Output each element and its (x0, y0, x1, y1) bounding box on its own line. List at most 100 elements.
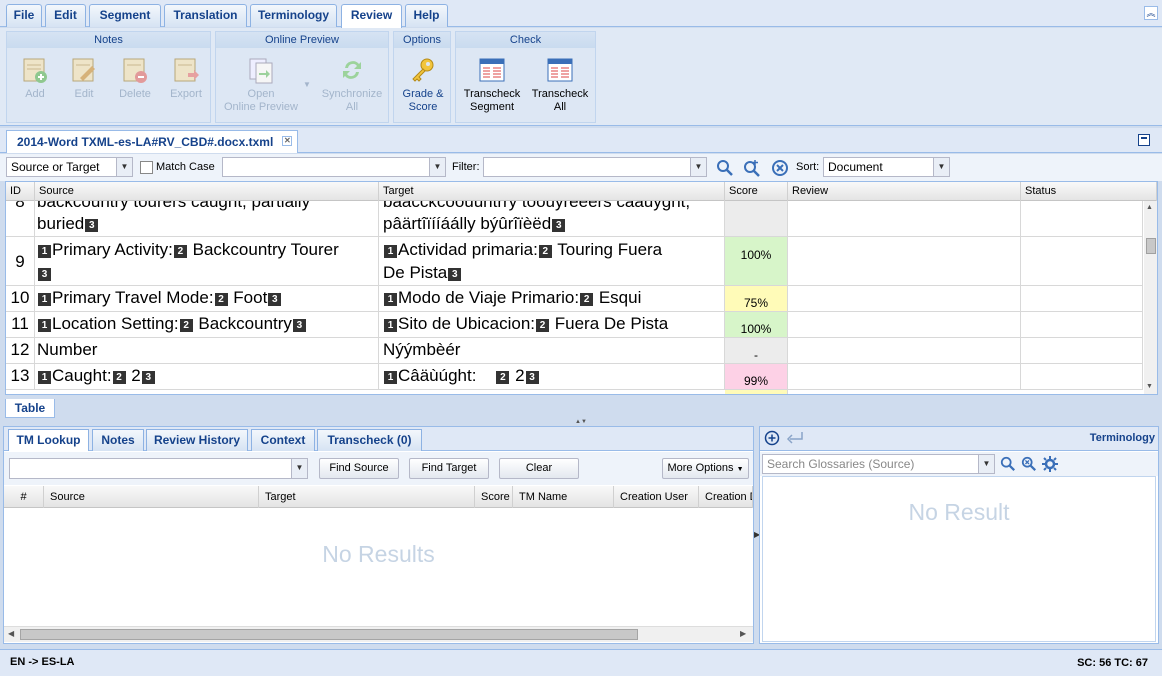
segment-id: 12 (6, 338, 35, 363)
menu-segment[interactable]: Segment (89, 4, 161, 27)
menu-file[interactable]: File (6, 4, 42, 27)
review-cell[interactable] (788, 364, 1021, 389)
source-cell[interactable]: 1 Caught: 2 23 (35, 364, 379, 389)
table-row[interactable]: 13 1 Caught: 2 23 1 Câäùúght: 2 23 99% (6, 364, 1143, 390)
scrollbar-thumb[interactable] (20, 629, 638, 640)
export-note-button[interactable]: Export (164, 56, 208, 101)
table-row[interactable]: 8 backcountry tourers caught, partially … (6, 201, 1143, 237)
tm-col-creation-date[interactable]: Creation D (699, 486, 753, 508)
collapse-ribbon-icon[interactable]: ︽ (1144, 6, 1158, 20)
more-options-button[interactable]: More Options ▼ (662, 458, 749, 479)
target-cell[interactable]: 1 Modo de Viaje Primario: 2 Esqui (379, 286, 725, 311)
source-cell[interactable]: 1 Location Setting: 2 Backcountry 3 (35, 312, 379, 337)
table-row[interactable]: 9 1 Primary Activity: 2 Backcountry Tourer… (6, 237, 1143, 286)
tm-col-creation-user[interactable]: Creation User (614, 486, 699, 508)
tab-tm-lookup[interactable]: TM Lookup (8, 429, 89, 451)
review-cell[interactable] (788, 237, 1021, 285)
menu-terminology[interactable]: Terminology (250, 4, 337, 27)
sort-select[interactable]: Document ▼ (823, 157, 950, 177)
tab-review-history[interactable]: Review History (146, 429, 248, 451)
synchronize-all-button[interactable]: Synchronize All (318, 56, 386, 114)
match-case-checkbox[interactable] (140, 161, 153, 174)
menu-edit[interactable]: Edit (45, 4, 86, 27)
find-target-button[interactable]: Find Target (409, 458, 489, 479)
add-term-icon[interactable] (764, 430, 780, 446)
table-row[interactable] (6, 390, 1143, 394)
close-tab-icon[interactable]: ✕ (282, 136, 293, 146)
edit-note-button[interactable]: Edit (64, 56, 104, 101)
delete-note-button[interactable]: Delete (113, 56, 157, 101)
target-cell[interactable]: 1 Câäùúght: 2 23 (379, 364, 725, 389)
target-cell[interactable]: Nýýmbèér (379, 338, 725, 363)
grade-score-button[interactable]: Grade & Score (396, 56, 450, 114)
col-id[interactable]: ID (6, 182, 35, 201)
table-view-tab[interactable]: Table (5, 399, 55, 418)
clear-search-icon[interactable] (1021, 456, 1037, 472)
source-cell[interactable]: 1 Primary Activity: 2 Backcountry Tourer 3 (35, 237, 379, 285)
table-row[interactable]: 12 Number Nýýmbèér - (6, 338, 1143, 364)
review-cell[interactable] (788, 286, 1021, 311)
scroll-left-icon[interactable]: ◀ (8, 629, 14, 638)
menu-review[interactable]: Review (341, 4, 402, 28)
document-tab[interactable]: 2014-Word TXML-es-LA#RV_CBD#.docx.txml ✕ (6, 130, 299, 153)
transcheck-all-button[interactable]: Transcheck All (528, 56, 592, 114)
find-source-button[interactable]: Find Source (319, 458, 399, 479)
source-cell[interactable]: Number (35, 338, 379, 363)
col-review[interactable]: Review (788, 182, 1021, 201)
col-target[interactable]: Target (379, 182, 725, 201)
tag-marker: 1 (38, 371, 51, 384)
clear-button[interactable]: Clear (499, 458, 579, 479)
target-cell[interactable]: 1 Actividad primaria: 2 Touring Fuera De P… (379, 237, 725, 285)
maximize-icon[interactable] (1138, 134, 1150, 146)
source-cell[interactable]: 1 Primary Travel Mode: 2 Foot 3 (35, 286, 379, 311)
table-row[interactable]: 10 1 Primary Travel Mode: 2 Foot 3 1 Modo de… (6, 286, 1143, 312)
filter-input[interactable]: ▼ (483, 157, 707, 177)
tm-col-score[interactable]: Score (475, 486, 513, 508)
target-cell[interactable]: 1 Sito de Ubicacion: 2 Fuera De Pista (379, 312, 725, 337)
col-status[interactable]: Status (1021, 182, 1157, 201)
review-cell[interactable] (788, 312, 1021, 337)
source-cell[interactable]: backcountry tourers caught, partially bu… (35, 201, 379, 236)
tm-col-tm-name[interactable]: TM Name (513, 486, 614, 508)
vertical-scrollbar[interactable]: ▲ ▼ (1144, 201, 1157, 394)
search-input[interactable]: ▼ (222, 157, 446, 177)
col-source[interactable]: Source (35, 182, 379, 201)
insert-term-icon[interactable] (786, 431, 804, 445)
tab-context[interactable]: Context (251, 429, 315, 451)
tab-transcheck[interactable]: Transcheck (0) (317, 429, 422, 451)
add-note-label: Add (25, 88, 45, 100)
review-cell[interactable] (788, 201, 1021, 236)
scrollbar-thumb[interactable] (1146, 238, 1156, 254)
transcheck-segment-button[interactable]: Transcheck Segment (460, 56, 524, 114)
scroll-right-icon[interactable]: ▶ (740, 629, 746, 638)
search-scope-select[interactable]: Source or Target ▼ (6, 157, 133, 177)
table-row[interactable]: 11 1 Location Setting: 2 Backcountry 3 1 Sit… (6, 312, 1143, 338)
clear-filter-icon[interactable] (771, 159, 789, 177)
tm-col-target[interactable]: Target (259, 486, 475, 508)
horizontal-scrollbar[interactable]: ◀ ▶ (4, 626, 753, 642)
open-online-preview-button[interactable]: Open Online Preview (220, 56, 302, 114)
splitter-handle-icon[interactable]: ▲▼ (566, 419, 596, 425)
score-cell: 100% (725, 237, 788, 285)
target-cell[interactable]: bâäcckcöôüüntrry tööüyrêeêrs câäüyght, p… (379, 201, 725, 236)
glossary-search-input[interactable]: Search Glossaries (Source) ▼ (762, 454, 995, 474)
tag-marker: 3 (552, 219, 566, 232)
search-icon[interactable] (716, 159, 734, 177)
delete-note-icon (123, 58, 147, 83)
tm-col-number[interactable]: # (4, 486, 44, 508)
options-group: Options Grade & Score (393, 31, 451, 123)
tm-col-source[interactable]: Source (44, 486, 259, 508)
menu-help[interactable]: Help (405, 4, 448, 27)
gear-icon[interactable] (1042, 456, 1058, 472)
col-score[interactable]: Score (725, 182, 788, 201)
open-preview-dropdown-icon[interactable]: ▼ (303, 80, 311, 89)
scroll-up-icon[interactable]: ▲ (1146, 204, 1153, 211)
menu-translation[interactable]: Translation (164, 4, 247, 27)
tab-notes[interactable]: Notes (92, 429, 144, 451)
scroll-down-icon[interactable]: ▼ (1146, 383, 1153, 390)
search-icon[interactable] (1000, 456, 1016, 472)
search-next-icon[interactable] (743, 159, 761, 177)
add-note-button[interactable]: Add (15, 56, 55, 101)
tm-search-input[interactable]: ▼ (9, 458, 308, 479)
review-cell[interactable] (788, 338, 1021, 363)
